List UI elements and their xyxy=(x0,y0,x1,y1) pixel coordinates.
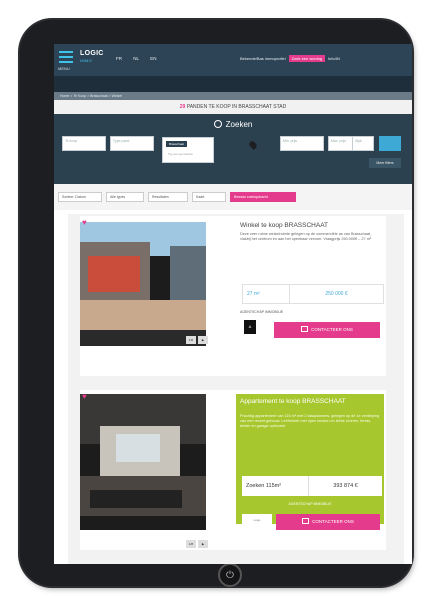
type-filter[interactable]: Alle types xyxy=(106,192,144,202)
favorite-heart-icon[interactable]: ♥ xyxy=(82,218,87,227)
photo-count: 1/8 xyxy=(186,540,196,548)
listing-area: Zoeken 115m² xyxy=(246,483,282,489)
listing-photo[interactable] xyxy=(80,394,206,530)
location-placeholder: Typ een gemeente xyxy=(168,152,193,156)
listing-price: 250 000 € xyxy=(289,285,383,303)
next-photo-icon[interactable]: ▶ xyxy=(198,336,208,344)
search-panel: Zoeken Te koop Type pand Brasschaat Typ … xyxy=(54,114,412,184)
favorite-heart-icon[interactable]: ♥ xyxy=(82,392,87,401)
list-view-button[interactable]: Resultaten xyxy=(148,192,188,202)
bedrooms-select[interactable]: Slpk xyxy=(352,136,374,151)
sort-select[interactable]: Sorteer: Datum xyxy=(58,192,102,202)
sort-toolbar: Sorteer: Datum Alle types Resultaten Kaa… xyxy=(54,184,412,210)
listing-price: 393 874 € xyxy=(308,476,382,496)
more-filters-button[interactable]: Meer filters xyxy=(369,158,401,168)
header-band xyxy=(54,76,412,92)
transaction-select[interactable]: Te koop xyxy=(62,136,106,151)
envelope-icon xyxy=(301,326,309,332)
location-input[interactable]: Brasschaat Typ een gemeente xyxy=(162,137,214,163)
photo-counter[interactable]: 1/8 ▶ xyxy=(186,336,208,344)
agent-logo[interactable]: A xyxy=(244,320,256,334)
logo[interactable]: LOGIC IMMO xyxy=(80,50,104,64)
contact-button[interactable]: CONTACTEER ONS xyxy=(274,322,380,338)
photo-counter[interactable]: 1/8 ▶ xyxy=(186,540,208,548)
account-link[interactable]: Bekende/Bas immoprofiel xyxy=(240,56,286,61)
account-area: Bekende/Bas immoprofiel Zoek een woning … xyxy=(240,55,340,62)
search-icon xyxy=(213,120,222,128)
lang-en[interactable]: EN xyxy=(150,56,156,61)
language-switcher: FR NL EN xyxy=(116,56,167,61)
lang-fr[interactable]: FR xyxy=(116,56,122,61)
next-photo-icon[interactable]: ▶ xyxy=(198,540,208,548)
map-view-button[interactable]: Kaart xyxy=(192,192,226,202)
top-navigation: MENU LOGIC IMMO FR NL EN Bekende/Bas immo… xyxy=(54,44,412,76)
agent-logo[interactable]: Logo xyxy=(242,514,272,526)
type-select[interactable]: Type pand xyxy=(110,136,154,151)
agent-label: AGENTSCHAP IMMOBILIE xyxy=(240,310,284,314)
listing-area: 27 m² xyxy=(247,291,260,297)
envelope-icon xyxy=(302,518,310,524)
listing-description: Deze zeer ruime winkelruimte gelegen op … xyxy=(240,232,372,241)
map-pin-icon[interactable] xyxy=(248,140,258,150)
listing-description: Prachtig appartement van 115 m² met 2 sl… xyxy=(240,414,380,428)
info-link[interactable]: Info/IN xyxy=(328,56,340,61)
home-button[interactable]: ⏻ xyxy=(218,563,242,587)
listing-title[interactable]: Appartement te koop BRASSCHAAT xyxy=(240,398,380,405)
screen: MENU LOGIC IMMO FR NL EN Bekende/Bas immo… xyxy=(54,44,412,564)
save-search-button[interactable]: Bewaar zoekopdracht xyxy=(230,192,296,202)
min-price-select[interactable]: Min. prijs xyxy=(280,136,324,151)
photo-count: 1/8 xyxy=(186,336,196,344)
listing-price-row: Zoeken 115m² 393 874 € xyxy=(242,476,382,496)
results-title-text: PANDEN TE KOOP IN BRASSCHAAT STAD xyxy=(186,104,287,110)
lang-nl[interactable]: NL xyxy=(133,56,139,61)
menu-icon[interactable] xyxy=(59,51,73,65)
results-count: 29 xyxy=(179,104,186,110)
breadcrumb[interactable]: Home > Te Koop > Brasschaat > Winkel xyxy=(54,92,412,100)
listing-price-row: 27 m² 250 000 € xyxy=(242,284,384,304)
search-heading: Zoeken xyxy=(54,119,412,129)
menu-label: MENU xyxy=(58,66,70,71)
results-title: 29 PANDEN TE KOOP IN BRASSCHAAT STAD xyxy=(54,100,412,114)
listing-title[interactable]: Winkel te koop BRASSCHAAT xyxy=(240,222,382,229)
location-chip[interactable]: Brasschaat xyxy=(166,141,188,147)
contact-button[interactable]: CONTACTEER ONS xyxy=(276,514,380,530)
listing-photo[interactable] xyxy=(80,222,206,346)
search-submit-button[interactable] xyxy=(379,136,401,151)
agent-label: AGENTSCHAP IMMOBILIE xyxy=(288,502,332,506)
find-home-button[interactable]: Zoek een woning xyxy=(288,55,326,62)
